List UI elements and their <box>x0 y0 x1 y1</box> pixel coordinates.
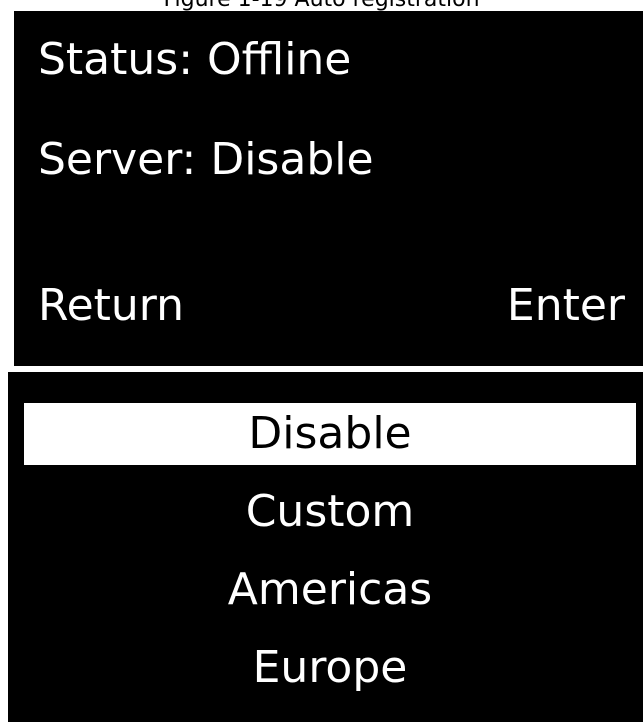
server-line: Server: Disable <box>38 134 374 185</box>
return-softkey[interactable]: Return <box>38 280 184 332</box>
status-line: Status: Offline <box>38 34 352 85</box>
menu-item-disable[interactable]: Disable <box>24 403 636 465</box>
menu-item-europe[interactable]: Europe <box>24 637 636 699</box>
menu-item-americas[interactable]: Americas <box>24 559 636 621</box>
server-menu-screen: Disable Custom Americas Europe <box>8 372 643 722</box>
menu-item-custom[interactable]: Custom <box>24 481 636 543</box>
enter-softkey[interactable]: Enter <box>507 280 625 332</box>
status-screen: Status: Offline Server: Disable Return E… <box>14 11 643 366</box>
